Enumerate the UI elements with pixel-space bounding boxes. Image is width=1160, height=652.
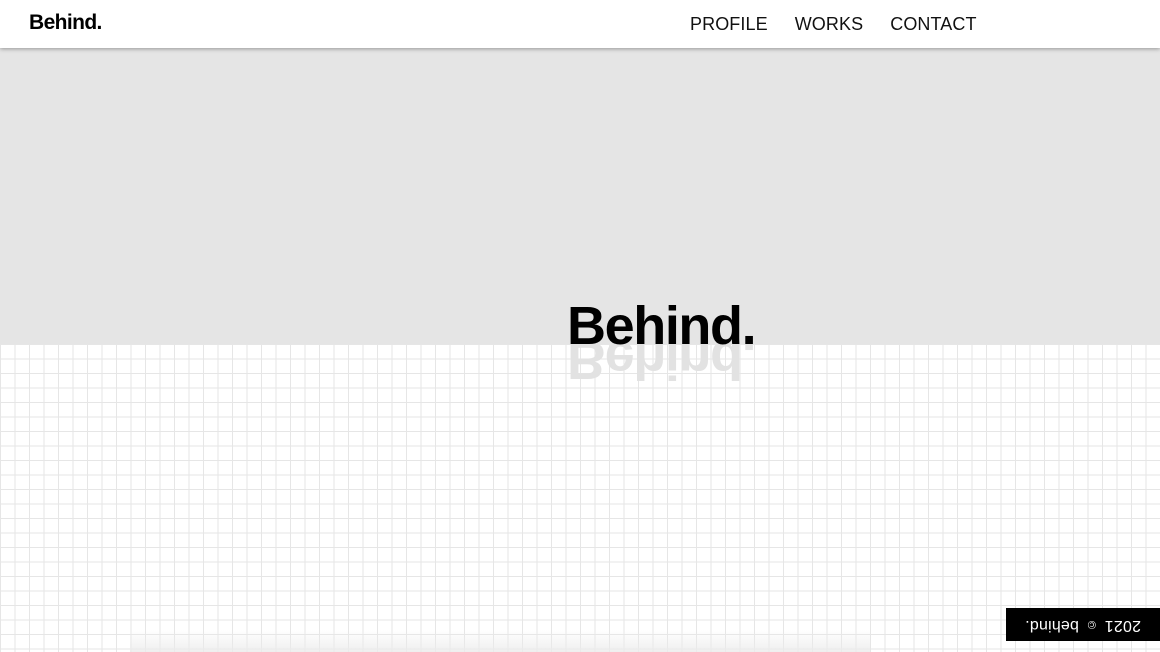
nav-link-contact[interactable]: CONTACT <box>890 14 976 35</box>
grid-shadow <box>130 630 870 652</box>
copyright-name: behind. <box>1025 616 1079 634</box>
copyright-icon: © <box>1087 617 1096 630</box>
copyright-year: 2021 <box>1104 616 1141 634</box>
site-header: Behind. PROFILE WORKS CONTACT <box>0 0 1160 48</box>
header-logo[interactable]: Behind. <box>29 11 102 35</box>
page: Behind. PROFILE WORKS CONTACT Behind. Be… <box>0 0 1160 652</box>
main-nav: PROFILE WORKS CONTACT <box>690 14 1004 35</box>
copyright-badge: 2021 © behind. <box>1006 608 1160 641</box>
hero-title: Behind. <box>567 296 757 356</box>
nav-link-works[interactable]: WORKS <box>795 14 864 35</box>
nav-link-profile[interactable]: PROFILE <box>690 14 768 35</box>
copyright-text: 2021 © behind. <box>1025 616 1141 634</box>
grid-background <box>0 344 1160 652</box>
